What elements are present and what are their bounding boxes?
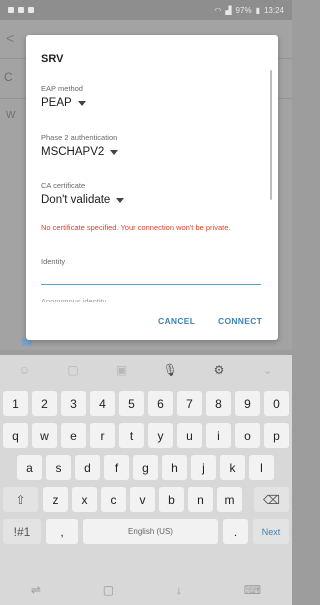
eap-method-dropdown[interactable]: PEAP <box>41 97 86 109</box>
ca-certificate-label: CA certificate <box>41 181 86 190</box>
connect-button[interactable]: CONNECT <box>218 316 262 326</box>
key[interactable]: h <box>162 455 187 480</box>
ca-certificate-dropdown[interactable]: Don't validate <box>41 194 125 206</box>
key[interactable]: b <box>159 487 184 512</box>
key[interactable]: 6 <box>148 391 173 416</box>
next-key[interactable]: Next <box>253 519 289 544</box>
dropdown-arrow-icon <box>116 197 125 203</box>
keyboard-toolbar: ☺ ▢ ▣ 🎙 ⚙ ⌄ <box>0 355 292 385</box>
cancel-button[interactable]: CANCEL <box>158 316 195 326</box>
background-row-label: C <box>4 70 13 84</box>
keyboard-row-bottom: ⇧ z x c v b n m ⌫ <box>0 487 292 515</box>
key[interactable]: i <box>206 423 231 448</box>
eap-method-value: PEAP <box>41 97 72 109</box>
key[interactable]: 1 <box>3 391 28 416</box>
dropdown-arrow-icon <box>77 100 86 106</box>
identity-input-underline <box>41 284 261 285</box>
keyboard: ☺ ▢ ▣ 🎙 ⚙ ⌄ 1 2 3 4 5 6 7 8 9 0 q w e r … <box>0 355 292 575</box>
key[interactable]: y <box>148 423 173 448</box>
clock: 13:24 <box>263 5 284 15</box>
key[interactable]: u <box>177 423 202 448</box>
key[interactable]: 4 <box>90 391 115 416</box>
key[interactable]: 3 <box>61 391 86 416</box>
keyboard-row-top: q w e r t y u i o p <box>0 423 292 451</box>
shift-key[interactable]: ⇧ <box>3 487 38 512</box>
period-key[interactable]: . <box>223 519 248 544</box>
key[interactable]: c <box>101 487 126 512</box>
comma-key[interactable]: , <box>46 519 78 544</box>
battery-text: 97% <box>235 5 252 15</box>
key[interactable]: t <box>119 423 144 448</box>
notification-icon <box>28 7 34 13</box>
keyboard-row-numbers: 1 2 3 4 5 6 7 8 9 0 <box>0 391 292 419</box>
eap-method-label: EAP method <box>41 84 83 93</box>
keyboard-switch-icon[interactable]: ⌨ <box>244 583 261 597</box>
signal-icon: ▟ <box>225 5 232 15</box>
key[interactable]: m <box>217 487 242 512</box>
certificate-warning: No certificate specified. Your connectio… <box>41 223 231 232</box>
back-icon: < <box>6 30 15 46</box>
phase2-value: MSCHAPV2 <box>41 146 105 158</box>
status-bar: ◠ ▟ 97% ▮ 13:24 <box>0 0 292 20</box>
collapse-icon[interactable]: ⌄ <box>258 360 278 380</box>
key[interactable]: a <box>17 455 42 480</box>
key[interactable]: r <box>90 423 115 448</box>
symbols-key[interactable]: !#1 <box>3 519 41 544</box>
settings-icon[interactable]: ⚙ <box>209 360 229 380</box>
key[interactable]: 2 <box>32 391 57 416</box>
key[interactable]: z <box>43 487 68 512</box>
key[interactable]: v <box>130 487 155 512</box>
key[interactable]: j <box>191 455 216 480</box>
gif-icon[interactable]: ▣ <box>112 360 132 380</box>
notification-icon <box>18 7 24 13</box>
navigation-bar: ⇌ ▢ ↓ ⌨ <box>0 575 292 605</box>
key[interactable]: q <box>3 423 28 448</box>
background-row-label: W <box>6 110 16 121</box>
dialog-title: SRV <box>41 53 64 65</box>
key[interactable]: w <box>32 423 57 448</box>
battery-icon: ▮ <box>255 5 260 15</box>
dialog-scrollbar[interactable] <box>270 70 272 200</box>
key[interactable]: l <box>249 455 274 480</box>
key[interactable]: e <box>61 423 86 448</box>
notification-icon <box>8 7 14 13</box>
key[interactable]: g <box>133 455 158 480</box>
phase2-label: Phase 2 authentication <box>41 133 118 142</box>
back-arrow-icon[interactable]: ↓ <box>176 583 182 597</box>
key[interactable]: 7 <box>177 391 202 416</box>
phase2-dropdown[interactable]: MSCHAPV2 <box>41 146 119 158</box>
home-icon[interactable]: ▢ <box>103 583 114 597</box>
key[interactable]: s <box>46 455 71 480</box>
wifi-icon: ◠ <box>214 5 222 15</box>
dropdown-arrow-icon <box>110 149 119 155</box>
key[interactable]: o <box>235 423 260 448</box>
key[interactable]: d <box>75 455 100 480</box>
recent-apps-icon[interactable]: ⇌ <box>31 583 41 597</box>
key[interactable]: 0 <box>264 391 289 416</box>
space-key[interactable]: English (US) <box>83 519 218 544</box>
key[interactable]: x <box>72 487 97 512</box>
ca-certificate-value: Don't validate <box>41 194 111 206</box>
keyboard-row-space: !#1 , English (US) . Next <box>0 519 292 547</box>
keyboard-row-middle: a s d f g h j k l <box>0 455 292 483</box>
key[interactable]: p <box>264 423 289 448</box>
sticker-icon[interactable]: ▢ <box>63 360 83 380</box>
key[interactable]: k <box>220 455 245 480</box>
key[interactable]: 9 <box>235 391 260 416</box>
key[interactable]: 5 <box>119 391 144 416</box>
identity-label: Identity <box>41 257 66 266</box>
backspace-key[interactable]: ⌫ <box>254 487 289 512</box>
mic-icon[interactable]: 🎙 <box>160 360 180 380</box>
wifi-config-dialog: SRV EAP method PEAP Phase 2 authenticati… <box>26 35 278 340</box>
key[interactable]: 8 <box>206 391 231 416</box>
key[interactable]: f <box>104 455 129 480</box>
key[interactable]: n <box>188 487 213 512</box>
emoji-icon[interactable]: ☺ <box>14 360 34 380</box>
anonymous-identity-label: Anonymous identity <box>41 297 107 302</box>
identity-input[interactable] <box>41 267 261 284</box>
